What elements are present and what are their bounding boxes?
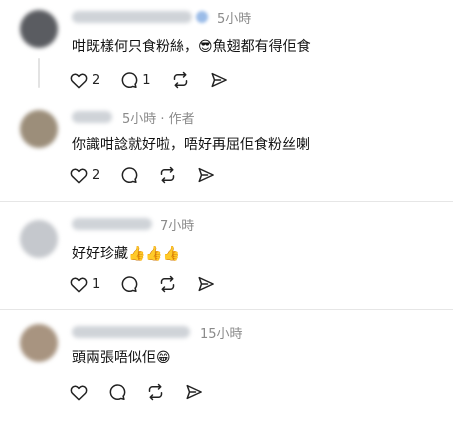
repost-button[interactable] (171, 71, 190, 89)
reply-count: 1 (142, 72, 151, 88)
post-text-content: 咁既樣何只食粉絲，😎魚翅都有得佢食 (72, 39, 311, 55)
post-actions: 1 (70, 275, 235, 293)
post-time: 5小時 · 作者 (122, 108, 195, 127)
post-text: 好好珍藏👍👍👍 (72, 243, 180, 263)
repost-button[interactable] (158, 166, 177, 184)
share-button[interactable] (210, 71, 228, 89)
post-text: 你識咁諗就好啦，唔好再屈佢食粉丝喇 (72, 134, 310, 154)
like-count: 2 (92, 167, 101, 183)
like-button[interactable]: 1 (70, 276, 100, 293)
repost-icon (161, 275, 175, 293)
post-time: 15小時 (200, 327, 243, 342)
post-3: 7小時 好好珍藏👍👍👍 1 (0, 202, 453, 307)
heart-icon (70, 72, 88, 88)
reply-button[interactable] (108, 383, 126, 401)
send-icon (198, 276, 215, 292)
post-1: 5小時 咁既樣何只食粉絲，😎魚翅都有得佢食 2 1 (0, 0, 453, 100)
username-blurred[interactable] (72, 111, 112, 123)
reply-button[interactable] (120, 166, 138, 184)
reply-button[interactable]: 1 (120, 71, 151, 89)
avatar[interactable] (20, 10, 58, 48)
repost-icon (173, 71, 187, 89)
repost-button[interactable] (158, 275, 177, 293)
repost-icon (161, 166, 175, 184)
comment-icon (121, 276, 138, 293)
verified-badge-icon (196, 11, 208, 23)
heart-icon (70, 167, 88, 183)
repost-icon (148, 383, 163, 401)
like-button[interactable]: 2 (70, 167, 100, 184)
avatar[interactable] (20, 220, 58, 258)
avatar[interactable] (20, 110, 58, 148)
post-time: 7小時 (160, 219, 195, 234)
avatar[interactable] (20, 324, 58, 362)
send-icon (198, 167, 215, 183)
post-text-content: 你識咁諗就好啦，唔好再屈佢食粉丝喇 (72, 137, 310, 153)
send-icon (211, 72, 227, 88)
comment-icon (121, 167, 138, 184)
send-icon (186, 384, 202, 400)
post-text: 頭兩張唔似佢😁 (72, 347, 171, 367)
like-button[interactable]: 2 (70, 72, 100, 89)
comment-icon (121, 72, 138, 89)
comment-icon (109, 384, 126, 401)
share-button[interactable] (197, 275, 215, 293)
heart-icon (70, 384, 88, 400)
post-4: 15小時 頭兩張唔似佢😁 (0, 310, 453, 422)
thread-line (38, 58, 40, 88)
username-blurred[interactable] (72, 326, 190, 338)
username-blurred[interactable] (72, 218, 152, 230)
author-tag: · 作者 (160, 112, 195, 127)
repost-button[interactable] (146, 383, 165, 401)
post-text-content: 好好珍藏👍👍👍 (72, 246, 181, 262)
share-button[interactable] (197, 166, 215, 184)
post-2: 5小時 · 作者 你識咁諗就好啦，唔好再屈佢食粉丝喇 2 (0, 100, 453, 200)
post-text: 咁既樣何只食粉絲，😎魚翅都有得佢食 (72, 36, 311, 56)
like-count: 2 (92, 72, 101, 88)
like-count: 1 (92, 276, 101, 292)
heart-icon (70, 276, 88, 292)
post-actions: 2 (70, 166, 235, 184)
post-time-value: 5小時 (122, 112, 157, 127)
like-button[interactable] (70, 384, 88, 401)
post-actions: 2 1 (70, 71, 248, 89)
username-blurred[interactable] (72, 11, 192, 23)
reply-button[interactable] (120, 275, 138, 293)
share-button[interactable] (185, 383, 203, 401)
post-text-content: 頭兩張唔似佢😁 (72, 350, 171, 366)
post-actions (70, 383, 223, 401)
post-time: 5小時 (217, 12, 252, 27)
